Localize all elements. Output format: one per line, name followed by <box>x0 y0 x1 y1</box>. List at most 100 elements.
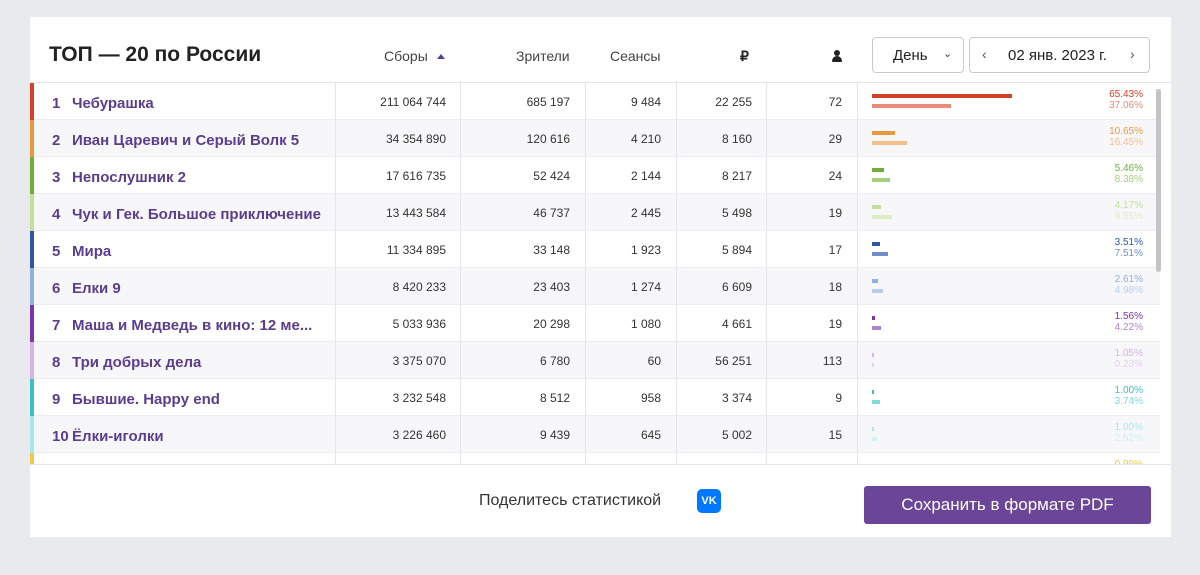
session-share-percent: 9.55% <box>1114 211 1143 222</box>
row-title[interactable]: Елки 9 <box>72 280 121 297</box>
cell-gross: 11 334 895 <box>386 243 446 257</box>
vk-icon[interactable]: VK <box>697 489 721 513</box>
column-header-sessions[interactable]: Сеансы <box>610 48 660 64</box>
page-title: ТОП — 20 по России <box>49 43 262 66</box>
session-share-bar <box>872 400 880 404</box>
gross-share-percent: 1.05% <box>1114 348 1143 359</box>
row-title[interactable]: Ёлки-иголки <box>72 428 164 445</box>
session-share-bar <box>872 104 952 108</box>
top-20-card: ТОП — 20 по России Сборы Зрители Сеансы … <box>30 17 1171 537</box>
row-title[interactable]: Чебурашка <box>72 95 154 112</box>
table-row[interactable]: 8 Три добрых дела 3 375 070 6 780 60 56 251 11… <box>30 342 1160 379</box>
cell-gross: 17 616 735 <box>385 169 446 183</box>
save-pdf-button[interactable]: Сохранить в формате PDF <box>864 486 1151 524</box>
session-share-bar <box>872 363 874 367</box>
gross-share-bar <box>872 390 875 394</box>
cell-viewers-per-session: 113 <box>822 354 842 368</box>
cell-gross: 13 443 584 <box>385 206 446 220</box>
row-rank: 8 <box>52 354 61 371</box>
gross-share-bar <box>872 316 876 320</box>
column-header-avg-ruble[interactable]: ₽ <box>740 48 749 65</box>
sort-ascending-icon <box>436 54 445 59</box>
row-color-marker <box>30 157 34 194</box>
period-select[interactable]: День ⌄ <box>872 37 964 73</box>
cell-sessions: 2 144 <box>630 169 661 183</box>
gross-share-bar <box>872 205 881 209</box>
row-rank: 4 <box>52 206 61 223</box>
cell-gross: 8 420 233 <box>392 280 446 294</box>
row-title[interactable]: Три добрых дела <box>72 354 201 371</box>
cell-sessions: 1 080 <box>630 317 661 331</box>
cell-sessions: 4 210 <box>630 132 661 146</box>
column-header-viewers[interactable]: Зрители <box>516 48 570 64</box>
cell-avg-gross: 4 661 <box>721 317 752 331</box>
row-color-marker <box>30 453 34 464</box>
table-row[interactable]: 4 Чук и Гек. Большое приключение 13 443 58… <box>30 194 1160 231</box>
session-share-bar <box>872 437 878 441</box>
cell-viewers: 9 439 <box>539 428 570 442</box>
table-row[interactable]: 0.99% <box>30 453 1160 464</box>
box-office-table: 1 Чебурашка 211 064 744 685 197 9 484 22 255 7… <box>30 83 1160 464</box>
row-rank: 1 <box>52 95 61 112</box>
person-icon[interactable] <box>832 50 842 62</box>
session-share-percent: 4.22% <box>1114 322 1143 333</box>
cell-avg-gross: 8 160 <box>721 132 752 146</box>
row-title[interactable]: Непослушник 2 <box>72 169 186 186</box>
chevron-left-icon[interactable]: ‹ <box>982 46 987 62</box>
column-header-gross[interactable]: Сборы <box>384 48 445 64</box>
row-color-marker <box>30 305 34 342</box>
row-title[interactable]: Маша и Медведь в кино: 12 ме... <box>72 317 312 334</box>
gross-share-bar <box>872 242 880 246</box>
table-row[interactable]: 6 Елки 9 8 420 233 23 403 1 274 6 609 18 2.61% 4… <box>30 268 1160 305</box>
column-divider <box>676 83 677 464</box>
row-rank: 6 <box>52 280 61 297</box>
table-row[interactable]: 5 Мира 11 334 895 33 148 1 923 5 894 17 3.51% 7.… <box>30 231 1160 268</box>
row-rank: 2 <box>52 132 61 149</box>
cell-viewers: 52 424 <box>533 169 570 183</box>
row-color-marker <box>30 379 34 416</box>
table-row[interactable]: 9 Бывшие. Happy end 3 232 548 8 512 958 3 374… <box>30 379 1160 416</box>
cell-gross: 34 354 890 <box>385 132 446 146</box>
cell-viewers-per-session: 19 <box>828 206 842 220</box>
row-title[interactable]: Мира <box>72 243 111 260</box>
cell-viewers: 6 780 <box>539 354 570 368</box>
session-share-percent: 7.51% <box>1114 248 1143 259</box>
session-share-bar <box>872 178 890 182</box>
session-share-percent: 2.52% <box>1114 433 1143 444</box>
cell-viewers: 20 298 <box>533 317 570 331</box>
table-row[interactable]: 2 Иван Царевич и Серый Волк 5 34 354 890 12… <box>30 120 1160 157</box>
gross-share-percent: 3.51% <box>1114 237 1143 248</box>
gross-share-bar <box>872 131 895 135</box>
session-share-bar <box>872 141 908 145</box>
session-share-bar <box>872 215 893 219</box>
table-row[interactable]: 7 Маша и Медведь в кино: 12 ме... 5 033 93… <box>30 305 1160 342</box>
table-scrollbar[interactable] <box>1156 89 1161 272</box>
cell-avg-gross: 6 609 <box>721 280 752 294</box>
session-share-percent: 37.06% <box>1109 100 1143 111</box>
cell-sessions: 958 <box>640 391 661 405</box>
card-footer: Поделитесь статистикой VK Сохранить в фо… <box>30 464 1171 537</box>
chevron-right-icon[interactable]: › <box>1130 46 1135 62</box>
session-share-percent: 8.38% <box>1114 174 1143 185</box>
row-title[interactable]: Бывшие. Happy end <box>72 391 220 408</box>
row-color-marker <box>30 416 34 453</box>
table-row[interactable]: 10 Ёлки-иголки 3 226 460 9 439 645 5 002 15 1.0… <box>30 416 1160 453</box>
row-color-marker <box>30 120 34 157</box>
gross-share-percent: 4.17% <box>1114 200 1143 211</box>
row-title[interactable]: Иван Царевич и Серый Волк 5 <box>72 132 299 149</box>
cell-sessions: 645 <box>640 428 661 442</box>
cell-gross: 3 226 460 <box>392 428 446 442</box>
date-picker[interactable]: ‹ 02 янв. 2023 г. › <box>969 37 1150 73</box>
gross-share-bar <box>872 427 875 431</box>
gross-share-bar <box>872 168 884 172</box>
table-row[interactable]: 1 Чебурашка 211 064 744 685 197 9 484 22 255 7… <box>30 83 1160 120</box>
column-divider <box>335 83 336 464</box>
column-divider <box>585 83 586 464</box>
row-title[interactable]: Чук и Гек. Большое приключение <box>72 206 321 223</box>
cell-viewers-per-session: 29 <box>828 132 842 146</box>
cell-sessions: 60 <box>647 354 661 368</box>
cell-viewers-per-session: 15 <box>828 428 842 442</box>
table-row[interactable]: 3 Непослушник 2 17 616 735 52 424 2 144 8 217… <box>30 157 1160 194</box>
cell-avg-gross: 5 498 <box>721 206 752 220</box>
session-share-percent: 4.98% <box>1114 285 1143 296</box>
